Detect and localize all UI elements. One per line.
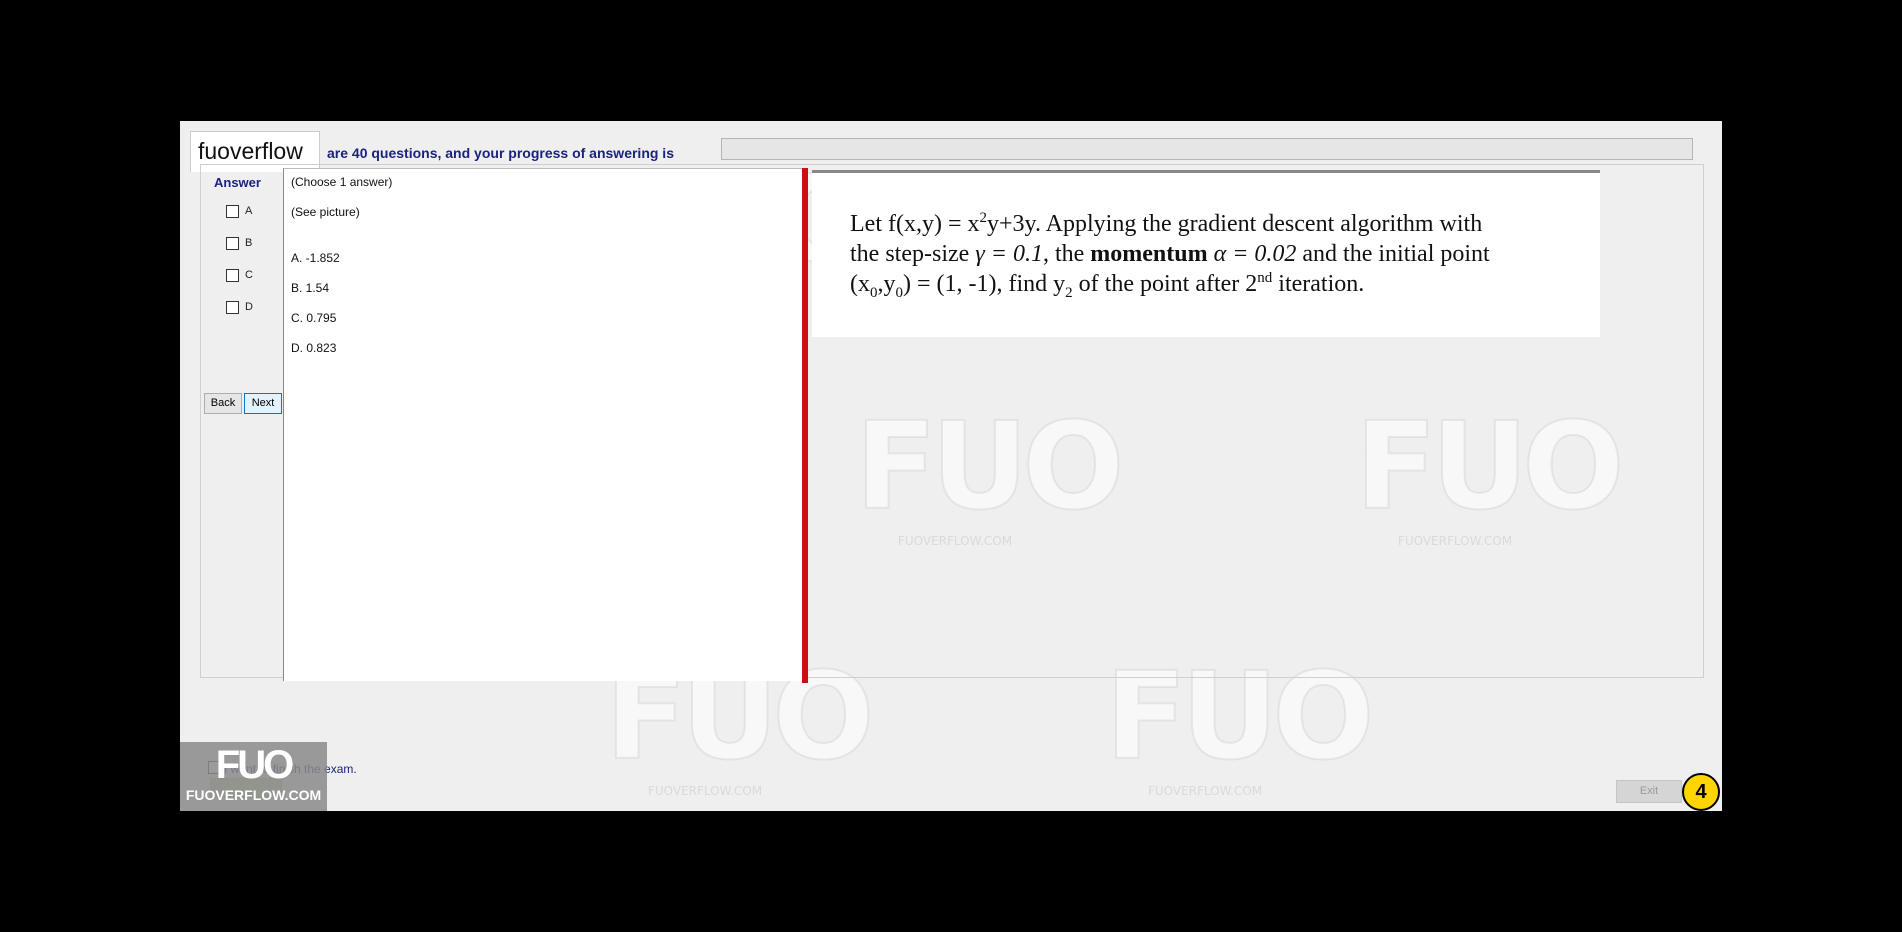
watermark-site: FUOVERFLOW.COM [647, 784, 763, 798]
answer-checkbox-a[interactable] [226, 205, 239, 218]
formula-sub: 0 [895, 284, 904, 301]
progress-label: are 40 questions, and your progress of a… [327, 145, 674, 161]
exam-window: FUOFUOVERFLOW.COM FUO FUOFUOVERFLOW.COM … [180, 121, 1722, 811]
question-instruction: (Choose 1 answer) [291, 175, 393, 189]
answer-checkbox-d[interactable] [226, 301, 239, 314]
formula-text: and the initial point [1296, 241, 1490, 267]
back-button[interactable]: Back [204, 393, 242, 414]
formula-gamma: γ = 0.1 [975, 241, 1043, 267]
question-see-picture: (See picture) [291, 205, 360, 219]
next-button[interactable]: Next [244, 393, 282, 414]
answer-title: Answer [214, 175, 261, 190]
choice-a-text: A. -1.852 [291, 251, 340, 265]
formula-bold: momentum [1090, 241, 1208, 267]
brand-logo-site: FUOVERFLOW.COM [185, 787, 322, 803]
question-panel[interactable]: (Choose 1 answer) (See picture) A. -1.85… [283, 168, 802, 681]
formula-text: y+3y. Applying the gradient descent algo… [987, 211, 1483, 237]
logo-text: fuoverflow [198, 138, 303, 164]
choice-c-text: C. 0.795 [291, 311, 337, 325]
formula-text: the step-size [850, 241, 976, 267]
formula-sup: 2 [979, 210, 988, 226]
formula-text: , the [1042, 241, 1091, 267]
formula-alpha: α = 0.02 [1207, 241, 1297, 267]
watermark-site: FUOVERFLOW.COM [1147, 784, 1263, 798]
formula-text: of the point after 2 [1072, 271, 1258, 297]
formula-text: ) = (1, -1), find y [903, 271, 1066, 297]
exit-button[interactable]: Exit [1616, 780, 1682, 803]
choice-b-text: B. 1.54 [291, 281, 330, 295]
answer-option-label: B [245, 237, 253, 249]
watermark: FUOFUOVERFLOW.COM [1104, 657, 1375, 799]
question-number-badge: 4 [1682, 773, 1720, 811]
answer-checkbox-c[interactable] [226, 269, 239, 282]
question-image: Let f(x,y) = x2y+3y. Applying the gradie… [812, 170, 1600, 337]
formula-text: (x [850, 271, 870, 297]
formula-sub: 0 [870, 284, 878, 301]
formula-text: Let f(x,y) = x [850, 211, 980, 237]
formula-sup: nd [1257, 270, 1273, 286]
formula-text: ,y [877, 271, 896, 297]
answer-option-label: D [245, 301, 253, 313]
formula-sub: 2 [1065, 284, 1073, 301]
panel-splitter[interactable] [802, 168, 808, 683]
brand-logo-icon: FUO [215, 743, 294, 787]
answer-option-label: C [245, 269, 253, 281]
formula-text: iteration. [1272, 271, 1365, 297]
progress-bar [721, 138, 1693, 160]
answer-checkbox-b[interactable] [226, 237, 239, 250]
answer-option-label: A [245, 205, 253, 217]
question-image-text: Let f(x,y) = x2y+3y. Applying the gradie… [850, 209, 1590, 301]
choice-d-text: D. 0.823 [291, 341, 337, 355]
